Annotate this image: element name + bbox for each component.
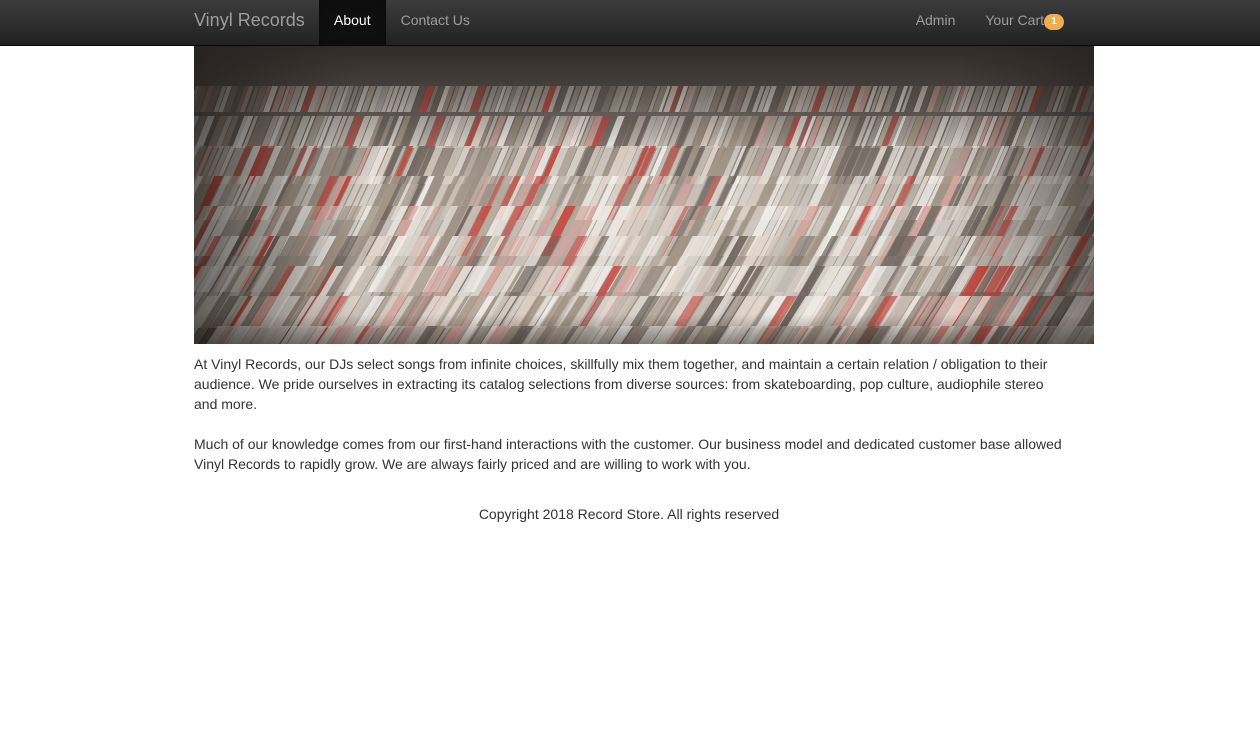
brand-link[interactable]: Vinyl Records (194, 0, 305, 45)
cart-label: Your Cart (985, 12, 1044, 28)
nav-item-about[interactable]: About (319, 0, 386, 45)
about-paragraph-1: At Vinyl Records, our DJs select songs f… (194, 356, 1048, 412)
cart-count-badge: 1 (1044, 14, 1064, 30)
about-content: At Vinyl Records, our DJs select songs f… (194, 354, 1064, 494)
top-navbar: Vinyl Records About Contact Us Admin You… (0, 0, 1260, 46)
about-paragraph-2: Much of our knowledge comes from our fir… (194, 436, 1062, 472)
nav-item-cart[interactable]: Your Cart 1 (970, 0, 1064, 45)
hero-image (194, 46, 1094, 344)
nav-right: Admin Your Cart 1 (901, 0, 1064, 45)
record-crates-photo-icon (194, 46, 1094, 344)
nav-item-contact-us[interactable]: Contact Us (386, 0, 485, 45)
nav-item-admin[interactable]: Admin (901, 0, 971, 45)
nav-left: About Contact Us (319, 0, 485, 45)
footer-copyright: Copyright 2018 Record Store. All rights … (478, 506, 780, 522)
